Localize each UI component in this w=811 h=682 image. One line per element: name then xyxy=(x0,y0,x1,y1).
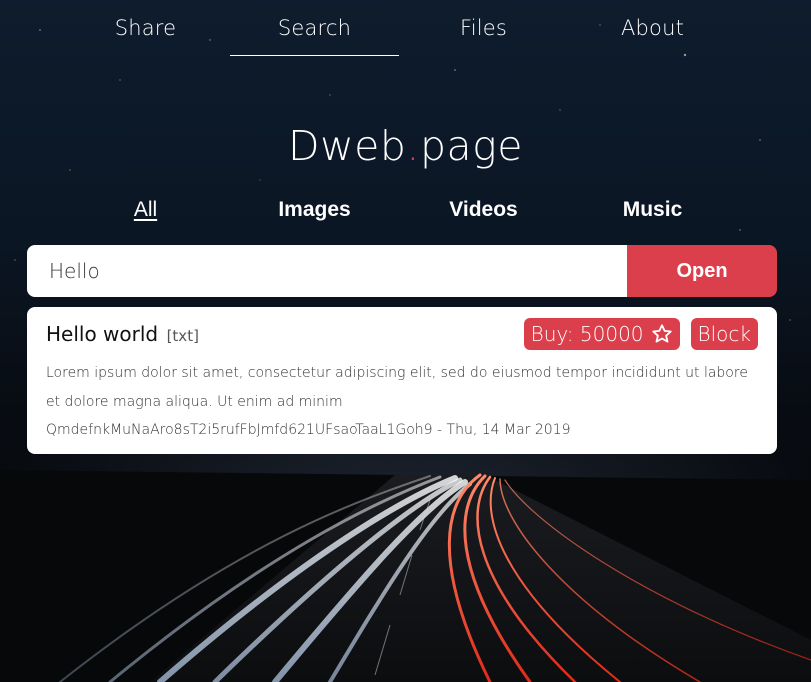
result-description: Lorem ipsum dolor sit amet, consectetur … xyxy=(46,365,748,410)
tab-music[interactable]: Music xyxy=(568,198,737,238)
result-card[interactable]: Hello world [txt] Buy: 50000 Block Lorem… xyxy=(27,307,777,454)
result-actions: Buy: 50000 Block xyxy=(523,318,758,350)
logo-text-part2: page xyxy=(419,122,523,170)
nav-share[interactable]: Share xyxy=(61,0,230,56)
result-title[interactable]: Hello world xyxy=(46,322,158,346)
result-type: [txt] xyxy=(166,327,199,345)
tab-images[interactable]: Images xyxy=(230,198,399,238)
logo-text-part1: Dweb xyxy=(288,122,407,170)
nav-files[interactable]: Files xyxy=(399,0,568,56)
nav-about[interactable]: About xyxy=(568,0,737,56)
buy-button[interactable]: Buy: 50000 xyxy=(523,318,680,350)
logo-dot: . xyxy=(406,122,420,170)
category-tabs: All Images Videos Music xyxy=(61,198,737,238)
open-button[interactable]: Open xyxy=(627,245,777,297)
tab-videos[interactable]: Videos xyxy=(399,198,568,238)
block-button[interactable]: Block xyxy=(690,318,758,350)
star-outline-icon xyxy=(651,324,672,343)
nav-search[interactable]: Search xyxy=(230,0,399,56)
tab-all[interactable]: All xyxy=(61,198,230,238)
site-logo: Dweb.page xyxy=(0,122,811,170)
result-title-group: Hello world [txt] xyxy=(46,322,199,346)
result-meta: QmdefnkMuNaAro8sT2i5rufFbJmfd621UFsaoTaa… xyxy=(46,422,571,438)
top-nav: Share Search Files About xyxy=(61,0,737,56)
result-header: Hello world [txt] Buy: 50000 Block xyxy=(46,318,758,350)
buy-label: Buy: 50000 xyxy=(530,322,644,346)
search-input[interactable] xyxy=(27,245,627,297)
search-bar: Open xyxy=(27,245,777,297)
